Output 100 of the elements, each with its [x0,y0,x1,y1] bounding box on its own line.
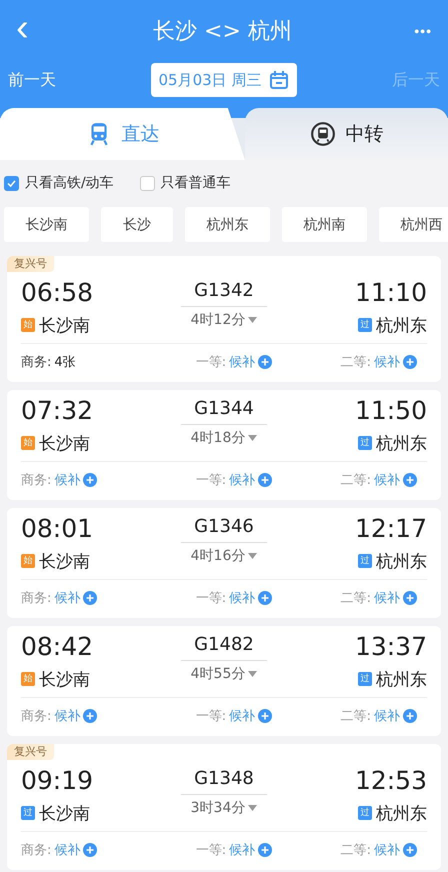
add-icon[interactable] [83,473,98,487]
seat-class-label: 二等: [340,472,371,489]
add-icon[interactable] [402,355,417,369]
seat-availability[interactable]: 候补 [54,707,80,725]
add-icon[interactable] [402,843,417,857]
station-tag: 过 [21,806,35,820]
seat-class-label: 二等: [340,842,371,859]
seat-availability[interactable]: 候补 [374,589,400,607]
seat-class-label: 商务: [21,842,52,859]
caret-icon[interactable] [248,553,258,559]
station-tag: 始 [21,318,35,332]
previous-day-button[interactable]: 前一天 [8,70,56,90]
date-picker[interactable]: 05月03日 周三 [150,63,298,97]
arrival-station: 杭州东 [376,802,427,824]
seat-availability[interactable]: 候补 [54,589,80,607]
add-icon[interactable] [258,709,272,723]
add-icon[interactable] [83,709,98,723]
caret-icon[interactable] [248,671,258,677]
seat-class-label: 商务: [21,708,52,725]
trip-duration: 4时12分 [190,311,246,329]
seat-availability[interactable]: 候补 [229,707,256,725]
arrival-time: 12:17 [354,514,427,544]
train-number: G1346 [193,515,255,538]
station-chip[interactable]: 长沙南 [4,207,89,242]
back-button[interactable]: ‹ [10,9,35,47]
departure-station: 长沙南 [39,668,90,690]
seat-class-label: 商务: [21,354,52,371]
train-number: G1348 [193,767,255,790]
seat-class-label: 一等: [196,708,226,725]
train-type-badge: 复兴号 [7,256,54,272]
seat-class-label: 一等: [196,354,226,371]
seat-availability[interactable]: 候补 [54,841,80,859]
arrival-time: 13:37 [354,632,427,662]
caret-icon[interactable] [248,435,258,441]
calendar-icon [269,70,290,90]
seat-class-label: 商务: [21,472,52,489]
add-icon[interactable] [258,591,272,605]
trip-duration: 4时18分 [190,429,246,447]
add-icon[interactable] [402,709,417,723]
station-chip[interactable]: 杭州西 [379,207,448,242]
page-title: 长沙 <> 杭州 [153,18,292,46]
seat-availability[interactable]: 候补 [374,471,400,489]
arrival-station: 杭州东 [376,432,427,454]
trip-duration: 4时16分 [190,547,246,565]
station-chip[interactable]: 杭州东 [185,207,270,242]
train-card[interactable]: 复兴号 09:19 过 长沙南 G1348 3时34分 12:53 过 杭州东 商务: 候补 一等: 候补 二等: 候补 [7,744,441,870]
departure-time: 06:58 [21,278,94,308]
seat-class-label: 一等: [196,590,226,607]
train-card[interactable]: 复兴号 06:58 始 长沙南 G1342 4时12分 11:10 过 杭州东 商务: 4张 一等: 候补 二等: 候补 [7,256,441,382]
add-icon[interactable] [258,843,272,857]
arrival-time: 11:10 [354,278,427,308]
station-chip[interactable]: 杭州南 [282,207,367,242]
seat-availability[interactable]: 候补 [374,707,400,725]
departure-time: 08:42 [21,632,94,662]
train-circle-icon [310,121,336,147]
departure-time: 09:19 [21,766,94,796]
seat-availability[interactable]: 候补 [229,841,256,859]
train-card[interactable]: 08:01 始 长沙南 G1346 4时16分 12:17 过 杭州东 商务: 候补 一等: 候补 二等: 候补 [7,508,441,618]
filter-checkbox[interactable]: 只看高铁/动车 [4,174,114,192]
seat-availability[interactable]: 候补 [229,589,256,607]
seat-class-label: 一等: [196,472,226,489]
add-icon[interactable] [83,843,98,857]
station-tag: 过 [358,554,372,568]
station-chip[interactable]: 长沙 [101,207,173,242]
departure-time: 08:01 [21,514,94,544]
arrival-station: 杭州东 [376,314,427,336]
arrival-time: 12:53 [354,766,427,796]
caret-icon[interactable] [248,317,258,323]
add-icon[interactable] [402,591,417,605]
train-number: G1482 [193,633,255,656]
station-tag: 过 [358,318,372,332]
tab[interactable]: 直达 [0,108,245,160]
station-tag: 始 [21,554,35,568]
caret-icon[interactable] [248,805,258,811]
add-icon[interactable] [258,473,272,487]
seat-availability[interactable]: 候补 [229,353,256,371]
seat-class-label: 一等: [196,842,226,859]
station-tag: 始 [21,672,35,686]
train-card[interactable]: 08:42 始 长沙南 G1482 4时55分 13:37 过 杭州东 商务: 候补 一等: 候补 二等: 候补 [7,626,441,736]
add-icon[interactable] [258,355,272,369]
more-button[interactable]: ••• [410,23,436,39]
seat-availability[interactable]: 候补 [54,471,80,489]
seat-availability[interactable]: 候补 [374,353,400,371]
seat-availability[interactable]: 候补 [374,841,400,859]
add-icon[interactable] [83,591,98,605]
arrival-station: 杭州东 [376,668,427,690]
add-icon[interactable] [402,473,417,487]
departure-station: 长沙南 [39,314,90,336]
arrival-station: 杭州东 [376,550,427,572]
trip-duration: 3时34分 [190,799,246,817]
station-tag: 过 [358,672,372,686]
train-number: G1344 [193,397,255,420]
train-type-badge: 复兴号 [7,744,54,760]
tab[interactable]: 中转 [245,108,448,160]
seat-availability: 4张 [54,354,76,371]
seat-class-label: 二等: [340,354,371,371]
seat-availability[interactable]: 候补 [229,471,256,489]
train-card[interactable]: 07:32 始 长沙南 G1344 4时18分 11:50 过 杭州东 商务: 候补 一等: 候补 二等: 候补 [7,390,441,500]
filter-checkbox[interactable]: 只看普通车 [140,174,231,192]
trip-duration: 4时55分 [190,665,246,683]
